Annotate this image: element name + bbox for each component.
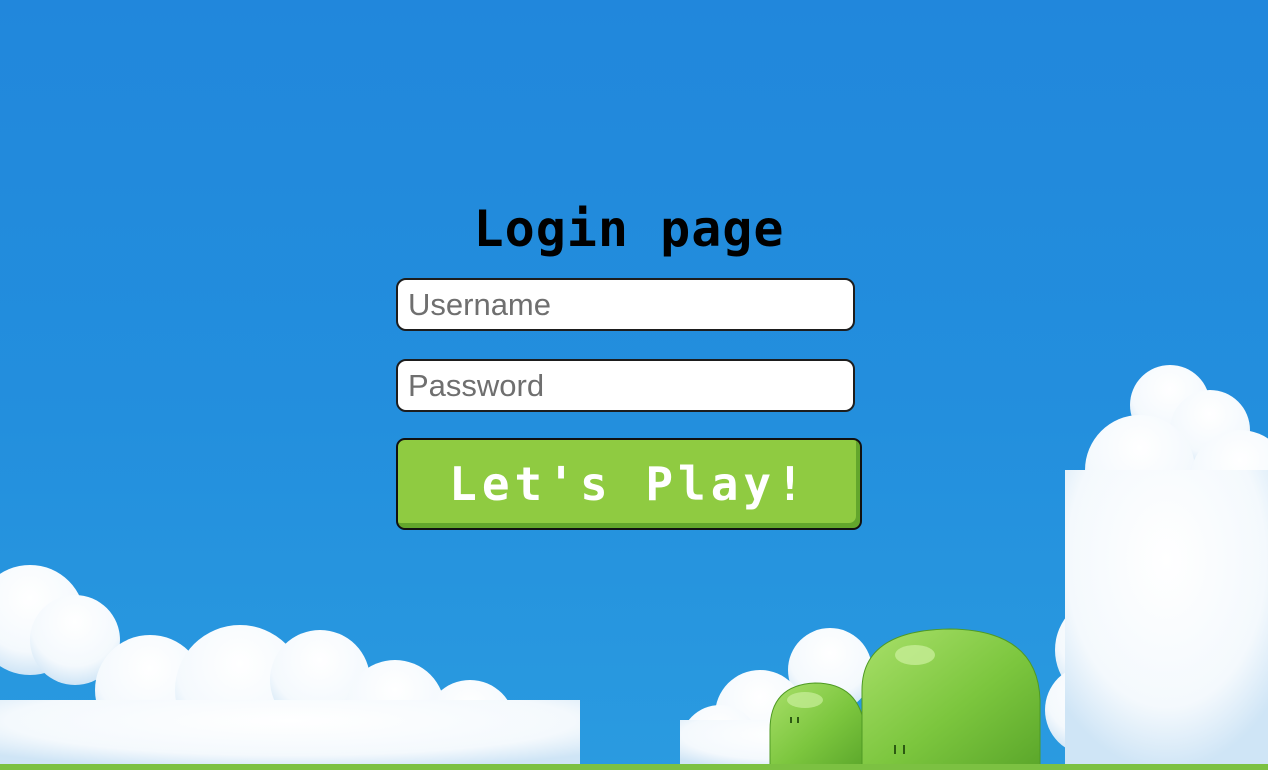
- green-hill-icon: [861, 628, 1041, 770]
- cloud-icon: [0, 565, 580, 770]
- password-input[interactable]: [396, 359, 855, 412]
- ground-strip: [0, 764, 1268, 770]
- cloud-icon: [1045, 365, 1268, 770]
- page-title: Login page: [473, 200, 785, 258]
- username-input[interactable]: [396, 278, 855, 331]
- lets-play-button[interactable]: Let's Play!: [396, 438, 862, 530]
- green-hill-icon: [769, 682, 866, 770]
